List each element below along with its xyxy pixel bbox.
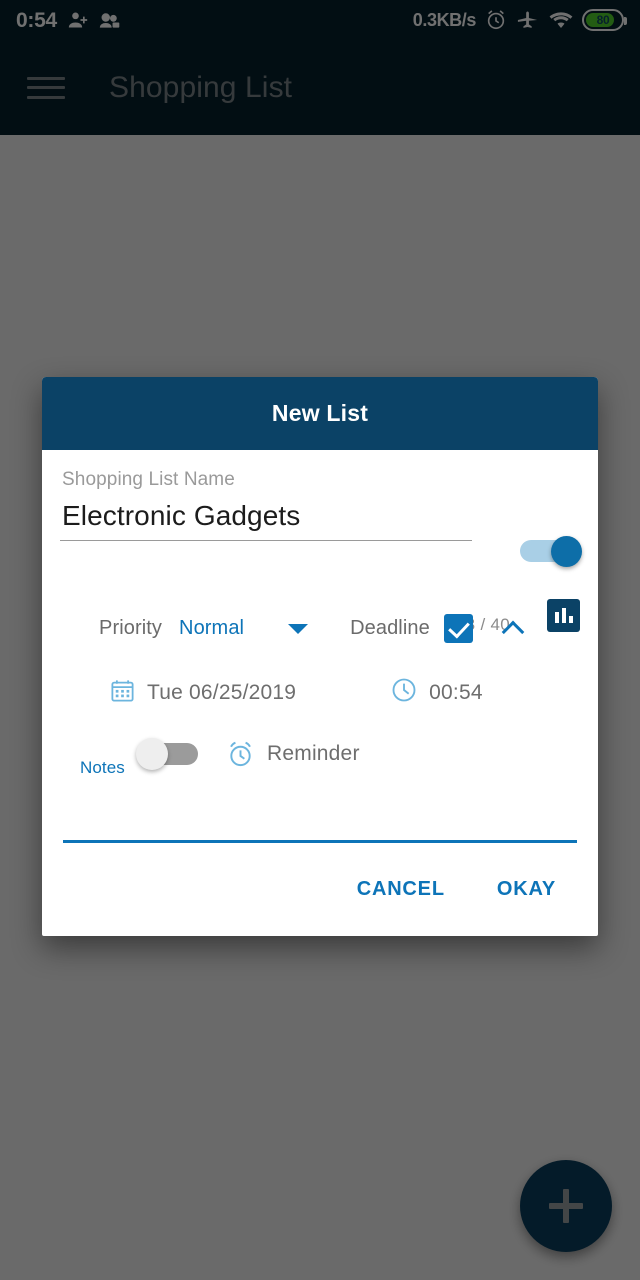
chevron-down-icon[interactable] xyxy=(288,623,309,634)
dialog-body: Shopping List Name 18 / 40 Priority Norm… xyxy=(42,450,598,936)
deadline-label: Deadline xyxy=(350,617,430,639)
battery-level-text: 80 xyxy=(596,13,610,27)
list-name-row: Shopping List Name xyxy=(60,450,580,541)
list-name-underline xyxy=(60,540,472,541)
new-list-dialog: New List Shopping List Name 18 / 40 xyxy=(42,377,598,936)
deadline-time-picker[interactable]: 00:54 xyxy=(390,676,483,709)
notes-label: Notes xyxy=(80,758,125,777)
clock-icon xyxy=(390,676,418,709)
list-name-input[interactable] xyxy=(60,500,472,540)
deadline-date-picker[interactable]: Tue 06/25/2019 xyxy=(109,677,296,709)
list-name-label: Shopping List Name xyxy=(62,469,235,490)
okay-button[interactable]: OKAY xyxy=(495,874,558,905)
deadline-time-value: 00:54 xyxy=(429,680,483,704)
notes-input[interactable] xyxy=(63,809,577,840)
deadline-date-value: Tue 06/25/2019 xyxy=(147,680,297,704)
list-enabled-toggle[interactable] xyxy=(520,536,582,567)
dialog-actions: CANCEL OKAY xyxy=(60,843,580,936)
phone-screen: 0:54 0. xyxy=(0,0,640,1280)
chart-bar-3 xyxy=(568,616,573,623)
chart-bar-2 xyxy=(561,608,566,623)
deadline-checkbox[interactable] xyxy=(443,614,473,643)
chart-bar-1 xyxy=(554,612,559,623)
priority-label: Priority xyxy=(99,617,163,639)
bar-chart-icon-button[interactable] xyxy=(547,599,580,632)
cancel-button[interactable]: CANCEL xyxy=(355,874,447,905)
dialog-title: New List xyxy=(271,400,369,426)
toggle-thumb xyxy=(551,536,582,567)
list-name-input-wrap xyxy=(60,500,472,541)
dialog-header: New List xyxy=(42,377,598,450)
calendar-icon xyxy=(109,677,136,709)
notes-field xyxy=(60,809,580,843)
date-time-row: Tue 06/25/2019 00:54 xyxy=(60,676,580,709)
priority-value[interactable]: Normal xyxy=(179,617,244,640)
